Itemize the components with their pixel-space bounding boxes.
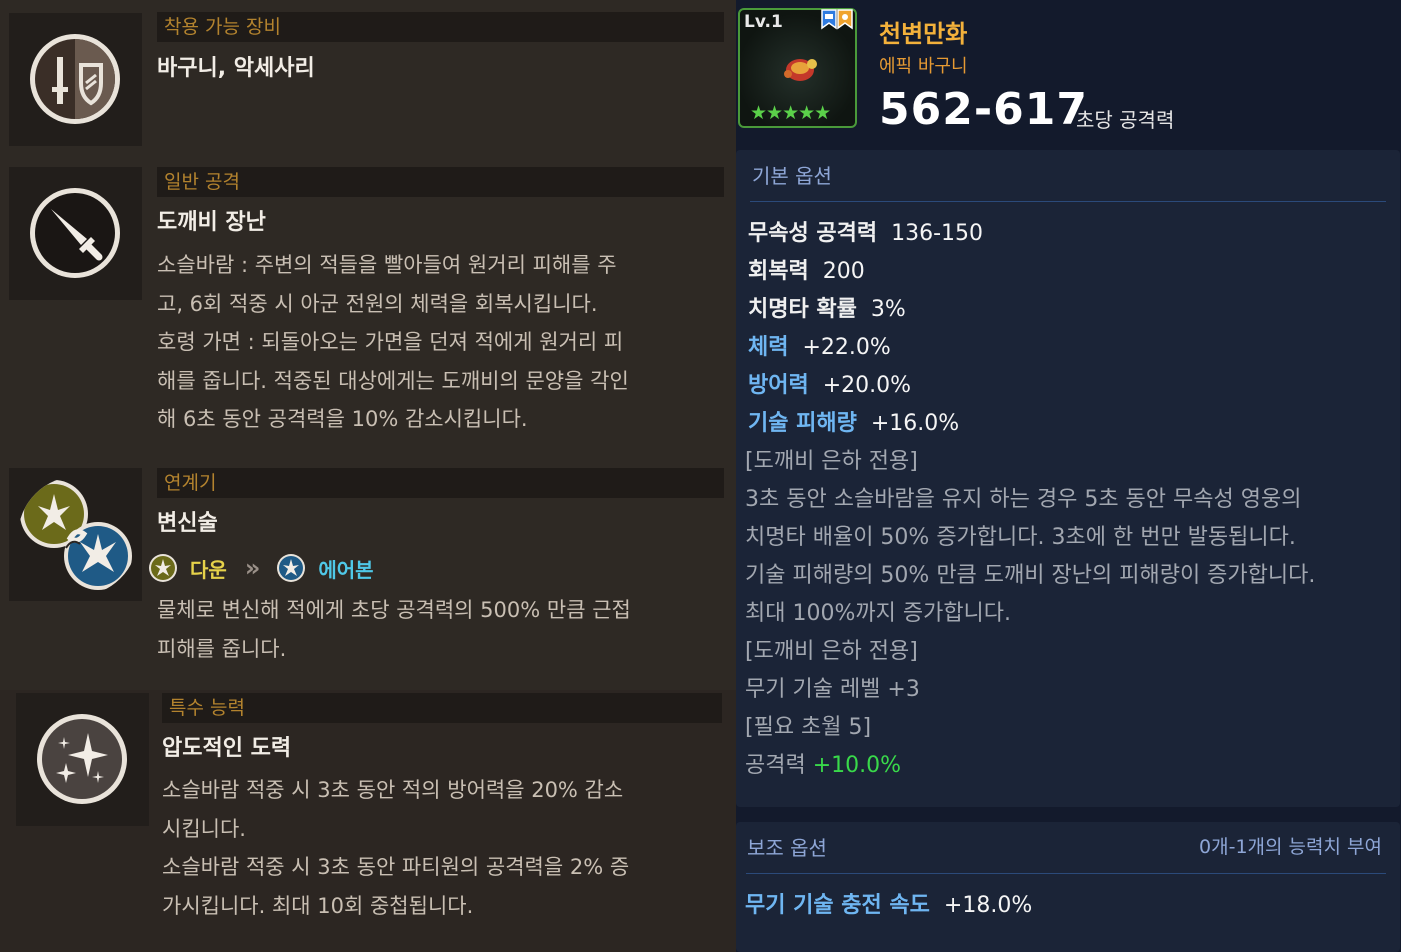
stat-value: 136-150 <box>891 221 984 246</box>
bonus-stat-key: 공격력 <box>745 753 806 778</box>
option-note: [필요 초월 5] <box>745 715 872 740</box>
item-detail-panel: Lv.1 ★★★★★ 천변만화 에픽 바구니 562-617 초당 공격력 기본… <box>736 0 1401 952</box>
special-icon-box <box>16 693 149 826</box>
sub-stat-key: 무기 기술 충전 속도 <box>745 893 930 918</box>
stat-key: 방어력 <box>748 373 809 398</box>
option-note: [도깨비 은하 전용] <box>745 639 918 664</box>
desc-line: 소슬바람 적중 시 3초 동안 파티원의 공격력을 2% 증 <box>162 855 630 879</box>
sword-icon <box>30 188 120 278</box>
item-badges-icon <box>821 9 853 30</box>
combo-sequence: 다운 » 에어본 <box>148 551 374 585</box>
stat-row: 회복력 200 <box>748 253 865 291</box>
stat-key: 기술 피해량 <box>748 411 857 436</box>
basic-options-divider <box>750 201 1386 202</box>
airborne-status-icon <box>277 554 306 582</box>
basic-attack-description: 소슬바람 : 주변의 적들을 빨아들여 원거리 피해를 주 고, 6회 적중 시… <box>157 246 702 439</box>
item-name: 천변만화 <box>879 20 968 48</box>
basic-options-header: 기본 옵션 <box>752 164 832 188</box>
desc-line: 소슬바람 : 주변의 적들을 빨아들여 원거리 피해를 주 <box>157 253 617 277</box>
option-note: 최대 100%까지 증가합니다. <box>745 601 1012 626</box>
stat-key: 체력 <box>748 335 789 360</box>
basic-attack-title: 도깨비 장난 <box>157 210 266 235</box>
desc-line: 가시킵니다. 최대 10회 중첩됩니다. <box>162 893 474 918</box>
bonus-stat-value: +10.0% <box>812 753 902 778</box>
basket-item-icon <box>784 59 817 81</box>
item-icon-frame[interactable]: Lv.1 ★★★★★ <box>738 8 857 128</box>
sparkle-icon <box>37 714 127 804</box>
desc-line: 피해를 줍니다. <box>157 636 287 661</box>
sub-options-note: 0개-1개의 능력치 부여 <box>1199 836 1382 858</box>
basic-attack-header: 일반 공격 <box>157 167 724 197</box>
desc-line: 물체로 변신해 적에게 초당 공격력의 500% 만큼 근접 <box>157 598 631 622</box>
sub-options-divider <box>746 873 1386 874</box>
equip-header: 착용 가능 장비 <box>157 12 724 42</box>
desc-line: 해를 줍니다. 적중된 대상에게는 도깨비의 문양을 각인 <box>157 368 629 393</box>
bonus-stat-row: 공격력 +10.0% <box>745 747 901 785</box>
sub-options-box: 보조 옵션 0개-1개의 능력치 부여 무기 기술 충전 속도 +18.0% <box>736 822 1400 952</box>
stat-row: 기술 피해량 +16.0% <box>748 405 959 443</box>
option-note: 치명타 배율이 50% 증가합니다. 3초에 한 번만 발동됩니다. <box>745 525 1296 550</box>
hero-weapon-skill-panel: 착용 가능 장비 바구니, 악세사리 일반 공격 도깨비 장난 소슬바람 : 주… <box>0 0 736 952</box>
stat-key: 치명타 확률 <box>748 297 857 322</box>
combo-to-label: 에어본 <box>318 557 374 582</box>
basic-attack-icon-box <box>9 167 142 300</box>
desc-line: 시킵니다. <box>162 816 246 841</box>
equip-icon-box <box>9 13 142 146</box>
stat-row: 방어력 +20.0% <box>748 367 911 405</box>
item-attack-value: 562-617 <box>879 84 1088 135</box>
combo-description: 물체로 변신해 적에게 초당 공격력의 500% 만큼 근접 피해를 줍니다. <box>157 591 702 668</box>
stat-value: 3% <box>870 297 906 322</box>
combo-from-label: 다운 <box>190 557 227 582</box>
stat-row: 무속성 공격력 136-150 <box>748 215 983 253</box>
sub-options-header: 보조 옵션 <box>747 836 827 860</box>
desc-line: 소슬바람 적중 시 3초 동안 적의 방어력을 20% 감소 <box>162 778 624 802</box>
combo-arrow: » <box>244 554 261 582</box>
special-description: 소슬바람 적중 시 3초 동안 적의 방어력을 20% 감소 시킵니다. 소슬바… <box>162 771 707 925</box>
stat-row: 체력 +22.0% <box>748 329 891 367</box>
special-title: 압도적인 도력 <box>162 736 292 761</box>
equip-title: 바구니, 악세사리 <box>157 56 315 81</box>
desc-line: 고, 6회 적중 시 아군 전원의 체력을 회복시킵니다. <box>157 291 598 316</box>
option-note: 기술 피해량의 50% 만큼 도깨비 장난의 피해량이 증가합니다. <box>745 563 1316 588</box>
desc-line: 해 6초 동안 공격력을 10% 감소시킵니다. <box>157 407 528 431</box>
basic-options-box: 기본 옵션 무속성 공격력 136-150 회복력 200 치명타 확률 3% … <box>736 150 1400 807</box>
combo-icon-box <box>9 468 142 601</box>
stat-value: +20.0% <box>822 373 912 398</box>
option-note: 3초 동안 소슬바람을 유지 하는 경우 5초 동안 무속성 영웅의 <box>745 487 1302 512</box>
item-star-rating: ★★★★★ <box>750 102 831 124</box>
sub-stat-row: 무기 기술 충전 속도 +18.0% <box>745 887 1032 925</box>
item-type: 에픽 바구니 <box>879 56 968 77</box>
combo-header: 연계기 <box>157 468 724 498</box>
special-header: 특수 능력 <box>162 693 722 723</box>
stat-value: 200 <box>822 259 865 284</box>
stat-row: 치명타 확률 3% <box>748 291 906 329</box>
sub-stat-value: +18.0% <box>943 893 1033 918</box>
stat-key: 무속성 공격력 <box>748 221 878 246</box>
combo-chain-icon <box>20 480 132 590</box>
option-note: [도깨비 은하 전용] <box>745 449 918 474</box>
stat-key: 회복력 <box>748 259 809 284</box>
down-status-icon <box>149 554 177 582</box>
combo-title: 변신술 <box>157 511 218 536</box>
item-level: Lv.1 <box>744 12 783 32</box>
item-attack-label: 초당 공격력 <box>1076 108 1175 132</box>
desc-line: 호령 가면 : 되돌아오는 가면을 던져 적에게 원거리 피 <box>157 330 624 354</box>
sword-shield-icon <box>30 34 120 124</box>
stat-value: +16.0% <box>870 411 960 436</box>
stat-value: +22.0% <box>802 335 891 360</box>
option-note: 무기 기술 레벨 +3 <box>745 677 920 702</box>
